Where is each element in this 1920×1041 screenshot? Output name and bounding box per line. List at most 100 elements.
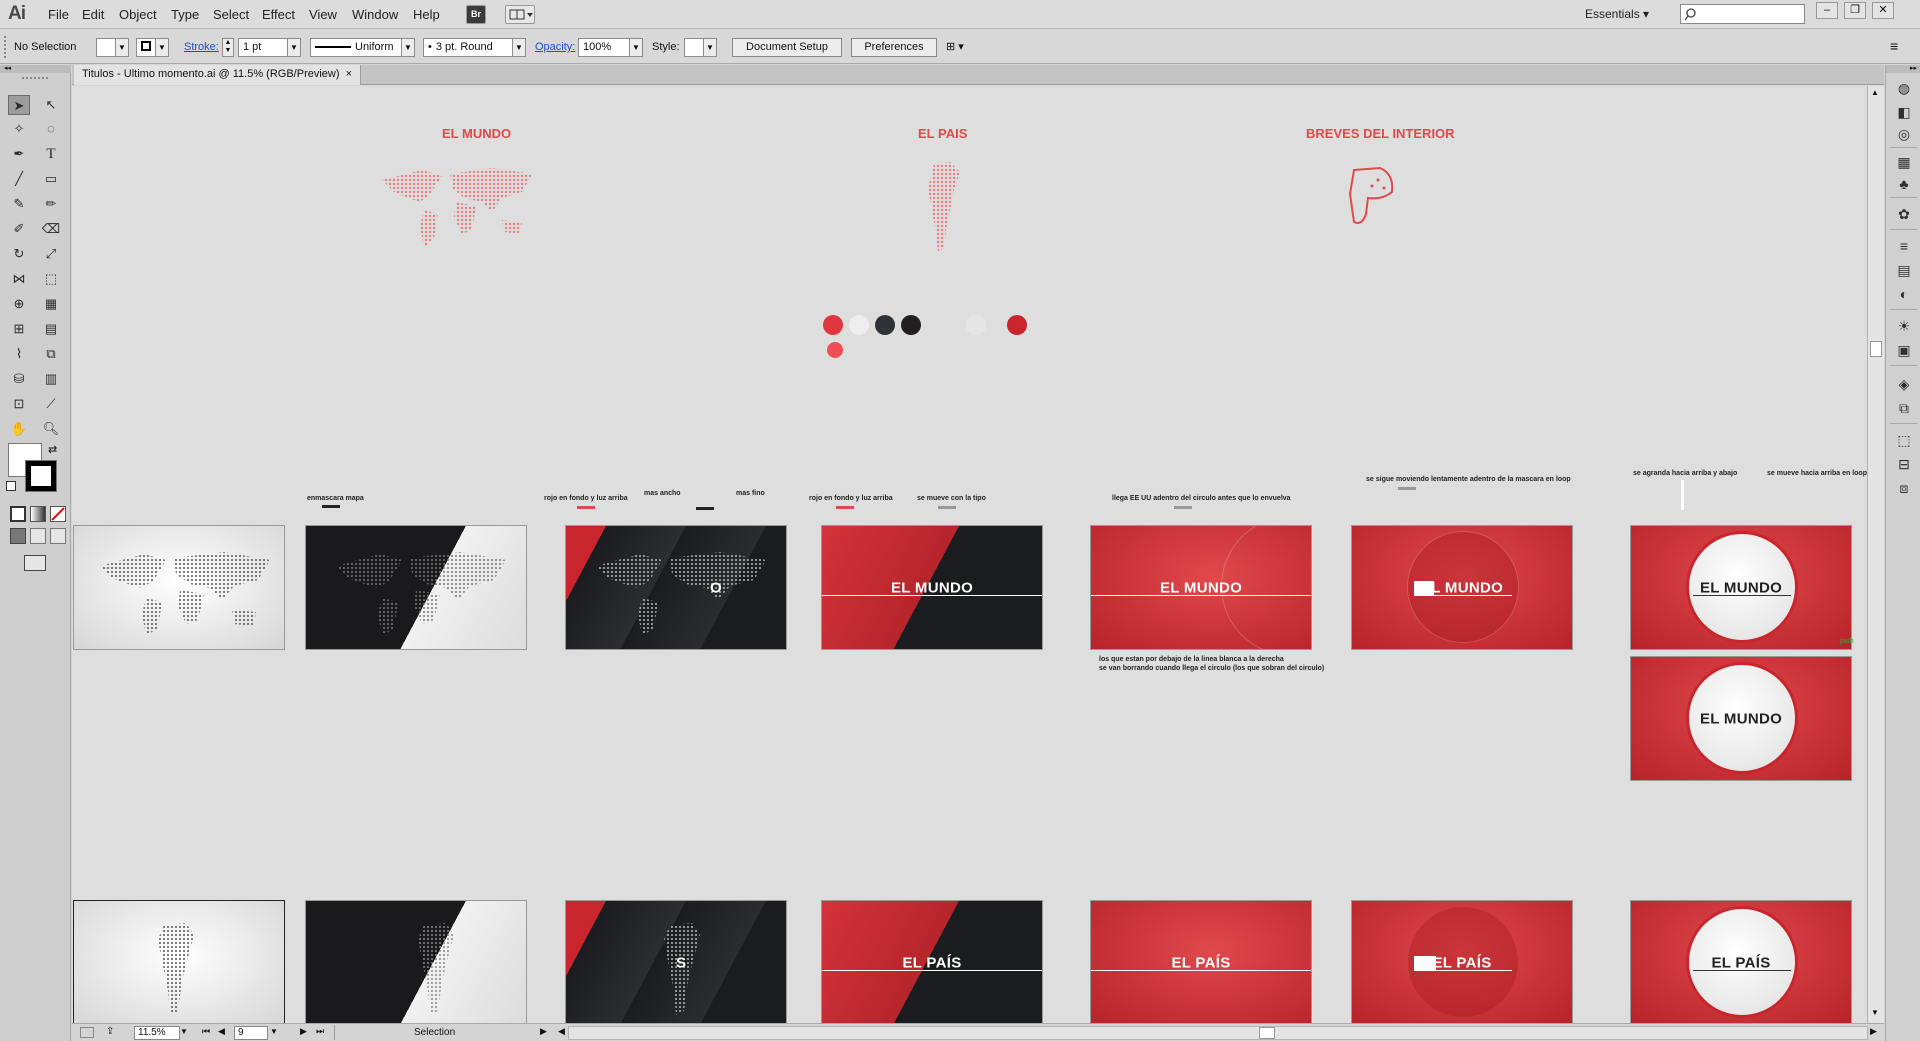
none-mode-icon[interactable] [50,506,66,522]
pen-tool-icon[interactable]: ✒ [8,144,30,164]
zoom-field[interactable]: 11.5% [134,1026,180,1040]
layers-icon[interactable]: ◈ [1894,375,1914,393]
frame-3-4[interactable]: EL PAÍS [821,900,1043,1023]
frame-3-6[interactable]: EL PAÍS [1351,900,1573,1023]
workspace-switcher[interactable]: Essentials ▾ [1585,7,1649,21]
last-artboard-icon[interactable]: ⏭ [316,1026,324,1037]
menu-type[interactable]: Type [171,7,199,22]
color-panel-icon[interactable]: ◍ [1894,79,1914,97]
minimize-button[interactable]: – [1816,2,1838,19]
artboards-panel-icon[interactable]: ⧉ [1894,399,1914,417]
mesh-tool-icon[interactable]: ⊞ [8,319,30,339]
artboard-nav-icon[interactable] [80,1027,94,1038]
close-tab-icon[interactable]: × [346,68,352,80]
frame-1-1[interactable] [73,525,285,650]
width-tool-icon[interactable]: ⋈ [8,269,30,289]
grip-handle[interactable] [22,77,48,80]
zoom-dropdown-icon[interactable]: ▼ [180,1027,188,1036]
scroll-thumb[interactable] [1259,1027,1275,1039]
blob-brush-tool-icon[interactable]: ✐ [8,219,30,239]
fill-swatch[interactable] [96,38,116,57]
gradient-tool-icon[interactable]: ▤ [40,319,62,339]
restore-button[interactable]: ❐ [1844,2,1866,19]
menu-effect[interactable]: Effect [262,7,295,22]
direct-selection-tool-icon[interactable]: ↖ [40,95,62,115]
shape-builder-tool-icon[interactable]: ⊕ [8,294,30,314]
frame-1-7[interactable]: EL MUNDO [1630,525,1852,650]
share-icon[interactable]: ⇪ [106,1026,114,1037]
document-tab[interactable]: Titulos - Ultimo momento.ai @ 11.5% (RGB… [74,65,362,85]
stroke-weight-dropdown[interactable]: ▼ [287,38,301,57]
frame-1-4[interactable]: EL MUNDO [821,525,1043,650]
align-icon[interactable]: ⊞ ▾ [946,40,976,56]
menu-object[interactable]: Object [119,7,157,22]
brushes-icon[interactable]: ♣ [1894,175,1914,193]
free-transform-tool-icon[interactable]: ⬚ [40,269,62,289]
stroke-label[interactable]: Stroke: [184,41,219,53]
perspective-grid-tool-icon[interactable]: ▦ [40,294,62,314]
draw-normal-icon[interactable] [10,528,26,544]
swatch-black[interactable] [901,315,921,335]
menu-edit[interactable]: Edit [82,7,104,22]
frame-3-7[interactable]: EL PAÍS [1630,900,1852,1023]
panel-menu-icon[interactable]: ≡ [1890,38,1898,54]
grip-handle[interactable] [4,36,8,58]
artboard-tool-icon[interactable]: ⊡ [8,394,30,414]
lasso-tool-icon[interactable]: ◌ [40,119,62,139]
column-graph-tool-icon[interactable]: ▥ [40,369,62,389]
pencil-tool-icon[interactable]: ✏ [40,194,62,214]
swatch-light-gray[interactable] [966,315,986,335]
eraser-tool-icon[interactable]: ⌫ [40,219,62,239]
frame-3-2[interactable] [305,900,527,1023]
symbols-icon[interactable]: ✿ [1894,205,1914,223]
menu-view[interactable]: View [309,7,337,22]
hand-tool-icon[interactable]: ✋ [8,419,30,439]
default-colors-icon[interactable] [6,481,16,491]
tools-collapse-icon[interactable]: ◂◂ [0,65,71,73]
artboard-canvas[interactable]: EL MUNDO EL PAIS BREVES DEL INTERIOR enm… [72,86,1867,1023]
paintbrush-tool-icon[interactable]: ✎ [8,194,30,214]
stroke-dropdown[interactable]: ▼ [155,38,169,57]
frame-3-5[interactable]: EL PAÍS [1090,900,1312,1023]
close-window-button[interactable]: ✕ [1872,2,1894,19]
stroke-weight-field[interactable]: 1 pt [238,38,288,57]
variable-width-profile[interactable]: Uniform [310,38,402,57]
swatch-red[interactable] [823,315,843,335]
kuler-icon[interactable]: ◎ [1894,125,1914,143]
selection-tool-icon[interactable]: ➤ [8,95,30,115]
swatch-light-red[interactable] [827,342,843,358]
document-setup-button[interactable]: Document Setup [732,38,842,57]
frame-1-2[interactable] [305,525,527,650]
color-guide-icon[interactable]: ◧ [1894,103,1914,121]
stroke-panel-icon[interactable]: ≡ [1894,237,1914,255]
swap-colors-icon[interactable]: ⇄ [48,443,57,456]
magic-wand-tool-icon[interactable]: ✧ [8,119,30,139]
menu-window[interactable]: Window [352,7,398,22]
slice-tool-icon[interactable]: ⟋ [40,394,62,414]
rotate-tool-icon[interactable]: ↻ [8,244,30,264]
first-artboard-icon[interactable]: ⏮ [202,1026,210,1037]
transform-icon[interactable]: ⬚ [1894,431,1914,449]
swatches-icon[interactable]: ▦ [1894,153,1914,171]
fill-dropdown[interactable]: ▼ [115,38,129,57]
graphic-style-swatch[interactable] [684,38,704,57]
color-mode-icon[interactable] [10,506,26,522]
scale-tool-icon[interactable]: ⤢ [40,244,62,264]
scroll-right-icon[interactable]: ▶ [1870,1026,1877,1037]
gradient-mode-icon[interactable] [30,506,46,522]
prev-artboard-icon[interactable]: ◀ [218,1026,225,1037]
scroll-left-icon[interactable]: ◀ [558,1026,565,1037]
bridge-button[interactable]: Br [466,5,486,24]
vertical-scrollbar[interactable]: ▲ ▼ [1867,86,1884,1023]
transparency-icon[interactable]: ◐ [1894,285,1914,303]
screen-mode-icon[interactable] [24,555,46,571]
frame-2-7[interactable]: EL MUNDO [1630,656,1852,781]
preferences-button[interactable]: Preferences [851,38,937,57]
swatch-white[interactable] [849,315,869,335]
draw-behind-icon[interactable] [30,528,46,544]
stroke-color-box[interactable] [25,460,57,492]
rectangle-tool-icon[interactable]: ▭ [40,169,62,189]
brush-definition[interactable]: • 3 pt. Round [423,38,513,57]
symbol-sprayer-tool-icon[interactable]: ⛁ [8,369,30,389]
eyedropper-tool-icon[interactable]: ⌇ [8,344,30,364]
